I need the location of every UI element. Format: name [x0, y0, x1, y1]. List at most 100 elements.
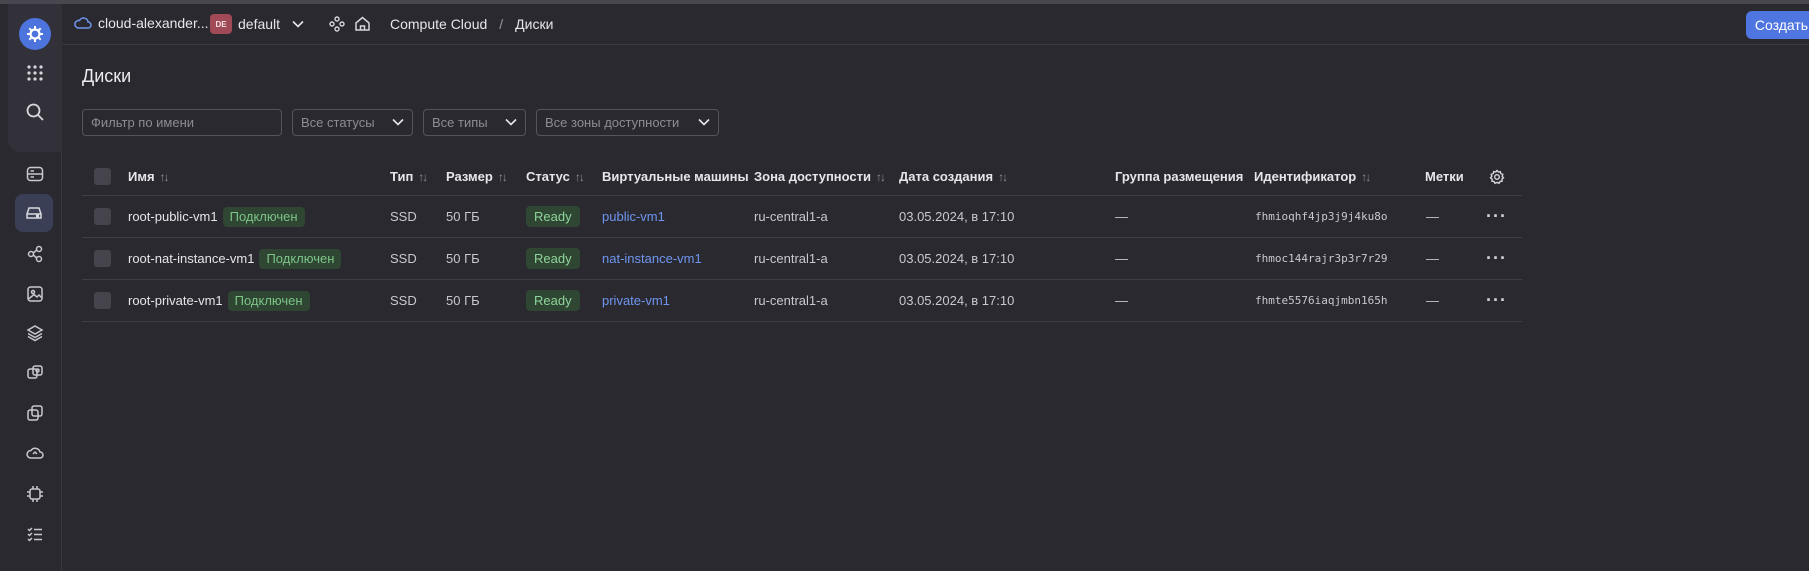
column-created-label: Дата создания [899, 169, 994, 184]
cloud-selector[interactable]: cloud-alexander... [74, 15, 209, 31]
placement-group: — [1115, 293, 1128, 308]
disk-id: fhmte5576iaqjmbn165h [1255, 294, 1388, 307]
select-all-checkbox[interactable] [94, 158, 111, 195]
column-header-status[interactable]: Статус ↑↓ [526, 158, 585, 195]
labels: — [1426, 293, 1439, 308]
column-placement-label: Группа размещения [1115, 169, 1244, 184]
status-filter-select[interactable]: Все статусы [292, 109, 413, 136]
disk-size: 50 ГБ [446, 251, 480, 266]
column-header-placement: Группа размещения [1115, 158, 1243, 195]
sort-icon: ↑↓ [1361, 169, 1371, 184]
labels: — [1426, 251, 1439, 266]
sort-icon: ↑↓ [998, 169, 1008, 184]
chevron-down-icon [505, 118, 517, 126]
column-zone-label: Зона доступности [754, 169, 872, 184]
attached-badge: Подключен [259, 248, 342, 269]
folder-badge: DE [210, 14, 232, 34]
status-badge: Ready [526, 290, 580, 311]
sort-icon: ↑↓ [876, 169, 886, 184]
status-filter-value: Все статусы [301, 115, 375, 130]
compute-cloud-logo-icon[interactable] [19, 18, 51, 50]
column-labels-label: Метки [1425, 169, 1464, 184]
table-row[interactable]: root-private-vm1 Подключен SSD 50 ГБ Rea… [82, 280, 1522, 322]
breadcrumb-separator: / [499, 16, 504, 32]
row-actions-more-horizontal-icon[interactable]: ··· [1486, 238, 1507, 279]
disk-id: fhmoc144rajr3p3r7r29 [1255, 252, 1388, 265]
vm-link[interactable]: public-vm1 [602, 196, 665, 237]
disk-type: SSD [390, 293, 417, 308]
row-checkbox[interactable] [94, 196, 111, 237]
availability-zone: ru-central1-a [754, 293, 828, 308]
chevron-down-icon [392, 118, 404, 126]
labels: — [1426, 209, 1439, 224]
row-actions-more-horizontal-icon[interactable]: ··· [1486, 280, 1507, 321]
disks-table: Имя ↑↓ Тип ↑↓ Размер ↑↓ Статус ↑↓ Виртуальны… [82, 158, 1522, 322]
sort-icon: ↑↓ [497, 169, 508, 184]
gpu-clusters-icon[interactable] [21, 480, 49, 508]
disk-name[interactable]: root-private-vm1 [128, 293, 223, 308]
column-header-type[interactable]: Тип ↑↓ [390, 158, 428, 195]
top-header: cloud-alexander... DE default Compute Cl… [62, 4, 1809, 45]
created-date: 03.05.2024, в 17:10 [899, 293, 1015, 308]
column-header-created[interactable]: Дата создания ↑↓ [899, 158, 1008, 195]
zone-filter-value: Все зоны доступности [545, 115, 680, 130]
disks-icon[interactable] [15, 194, 53, 232]
column-header-zone[interactable]: Зона доступности ↑↓ [754, 158, 886, 195]
virtual-machines-icon[interactable] [21, 160, 49, 188]
table-row[interactable]: root-public-vm1 Подключен SSD 50 ГБ Read… [82, 196, 1522, 238]
type-filter-select[interactable]: Все типы [423, 109, 526, 136]
vm-link[interactable]: nat-instance-vm1 [602, 238, 702, 279]
sort-icon: ↑↓ [418, 169, 428, 184]
breadcrumb: Compute Cloud / Диски [390, 16, 553, 32]
breadcrumb-current: Диски [515, 16, 554, 32]
cloud-name: cloud-alexander... [98, 15, 209, 31]
all-services-grid-icon[interactable] [21, 59, 49, 87]
disk-size: 50 ГБ [446, 293, 480, 308]
disk-name[interactable]: root-nat-instance-vm1 [128, 251, 254, 266]
folder-selector[interactable]: DE default [210, 14, 304, 34]
disk-name[interactable]: root-public-vm1 [128, 209, 218, 224]
table-row[interactable]: root-nat-instance-vm1 Подключен SSD 50 Г… [82, 238, 1522, 280]
images-icon[interactable] [21, 280, 49, 308]
vm-link[interactable]: private-vm1 [602, 280, 670, 321]
table-settings-gear-icon[interactable] [1489, 158, 1505, 195]
row-actions-more-horizontal-icon[interactable]: ··· [1486, 196, 1507, 237]
sort-icon: ↑↓ [159, 169, 170, 184]
column-header-size[interactable]: Размер ↑↓ [446, 158, 508, 195]
row-checkbox[interactable] [94, 280, 111, 321]
layers-icon[interactable] [21, 319, 49, 347]
column-header-name[interactable]: Имя ↑↓ [128, 158, 170, 195]
operations-list-icon[interactable] [21, 520, 49, 548]
instance-groups-icon[interactable] [21, 359, 49, 387]
disk-id: fhmioqhf4jp3j9j4ku8o [1255, 210, 1388, 223]
disk-type: SSD [390, 251, 417, 266]
placement-group: — [1115, 251, 1128, 266]
page-title: Диски [82, 66, 132, 86]
created-date: 03.05.2024, в 17:10 [899, 251, 1015, 266]
column-id-label: Идентификатор [1254, 169, 1357, 184]
row-checkbox[interactable] [94, 238, 111, 279]
zone-filter-select[interactable]: Все зоны доступности [536, 109, 719, 136]
sort-icon: ↑↓ [574, 169, 585, 184]
attached-badge: Подключен [227, 290, 310, 311]
table-header-row: Имя ↑↓ Тип ↑↓ Размер ↑↓ Статус ↑↓ Виртуальны… [82, 158, 1522, 196]
cloud-backup-icon[interactable] [21, 439, 49, 467]
search-icon[interactable] [21, 98, 49, 126]
status-badge: Ready [526, 206, 580, 227]
placement-groups-icon[interactable] [21, 399, 49, 427]
cloud-icon [74, 17, 92, 29]
create-disk-button[interactable]: Создать диск [1746, 11, 1809, 39]
breadcrumb-compute-cloud[interactable]: Compute Cloud [390, 16, 487, 32]
network-map-icon[interactable] [329, 16, 345, 32]
availability-zone: ru-central1-a [754, 251, 828, 266]
home-icon[interactable] [354, 15, 371, 32]
name-filter-input[interactable]: Фильтр по имени [82, 109, 282, 136]
snapshots-icon[interactable] [21, 240, 49, 268]
placement-group: — [1115, 209, 1128, 224]
column-header-vms: Виртуальные машины [602, 158, 749, 195]
column-size-label: Размер [446, 169, 493, 184]
attached-badge: Подключен [222, 206, 305, 227]
name-filter-placeholder: Фильтр по имени [91, 115, 195, 130]
folder-name: default [238, 16, 281, 32]
column-header-id[interactable]: Идентификатор ↑↓ [1254, 158, 1371, 195]
